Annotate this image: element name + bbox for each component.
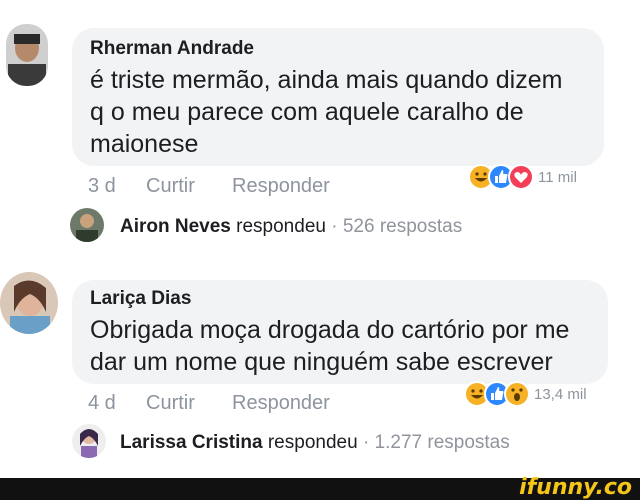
reply-separator: · <box>362 432 370 453</box>
comment-time: 4 d <box>88 392 116 414</box>
reply-count: 526 respostas <box>342 216 463 237</box>
reaction-count: 13,4 mil <box>534 386 587 403</box>
comment-text-line: Obrigada moça drogada do cartório por me <box>90 316 570 344</box>
replies-link[interactable]: Larissa Cristina respondeu · 1.277 respo… <box>0 422 640 462</box>
reply-verb: respondeu <box>267 432 358 453</box>
reply-verb: respondeu <box>236 216 326 237</box>
love-icon <box>508 164 534 190</box>
reaction-count: 11 mil <box>538 169 577 186</box>
comment-time: 3 d <box>88 175 116 197</box>
comment-author[interactable]: Lariça Dias <box>90 288 191 310</box>
reply-author[interactable]: Airon Neves <box>120 216 231 237</box>
watermark-bar: ifunny.co <box>0 475 640 500</box>
wow-icon <box>504 381 530 407</box>
comment-text-line: é triste mermão, ainda mais quando dizem <box>90 66 563 94</box>
comment-author[interactable]: Rherman Andrade <box>90 38 254 60</box>
reply-summary[interactable]: Larissa Cristina respondeu · 1.277 respo… <box>120 432 510 454</box>
replies-link[interactable]: Airon Neves respondeu · 526 respostas <box>0 206 640 246</box>
comment-text-line: maionese <box>90 130 199 158</box>
reply-summary[interactable]: Airon Neves respondeu · 526 respostas <box>120 216 462 238</box>
avatar-rherman[interactable] <box>6 24 48 86</box>
avatar-larica[interactable] <box>0 272 58 334</box>
reply-action[interactable]: Responder <box>232 392 330 415</box>
avatar-larissa[interactable] <box>72 424 106 458</box>
ifunny-watermark: ifunny.co <box>519 475 632 500</box>
reply-author[interactable]: Larissa Cristina <box>120 432 263 453</box>
comment-text-line: dar um nome que ninguém sabe escrever <box>90 348 553 376</box>
reply-count: 1.277 respostas <box>374 432 510 453</box>
reactions-summary[interactable]: 13,4 mil <box>464 381 614 411</box>
like-action[interactable]: Curtir <box>146 175 195 198</box>
like-action[interactable]: Curtir <box>146 392 195 415</box>
reply-action[interactable]: Responder <box>232 175 330 198</box>
comment-text-line: q o meu parece com aquele caralho de <box>90 98 524 126</box>
avatar-airon[interactable] <box>70 208 104 242</box>
reactions-summary[interactable]: 11 mil <box>468 164 608 194</box>
reply-separator: · <box>331 216 338 237</box>
